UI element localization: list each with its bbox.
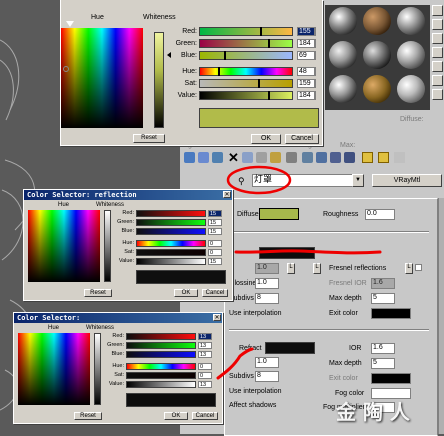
watermark: 金 陶 人 — [336, 400, 410, 424]
reflect-annotation-stroke — [234, 249, 382, 255]
annotation-overlay — [216, 165, 382, 380]
name-highlight-ellipse — [226, 165, 292, 195]
refract-annotation-stroke — [216, 347, 254, 380]
